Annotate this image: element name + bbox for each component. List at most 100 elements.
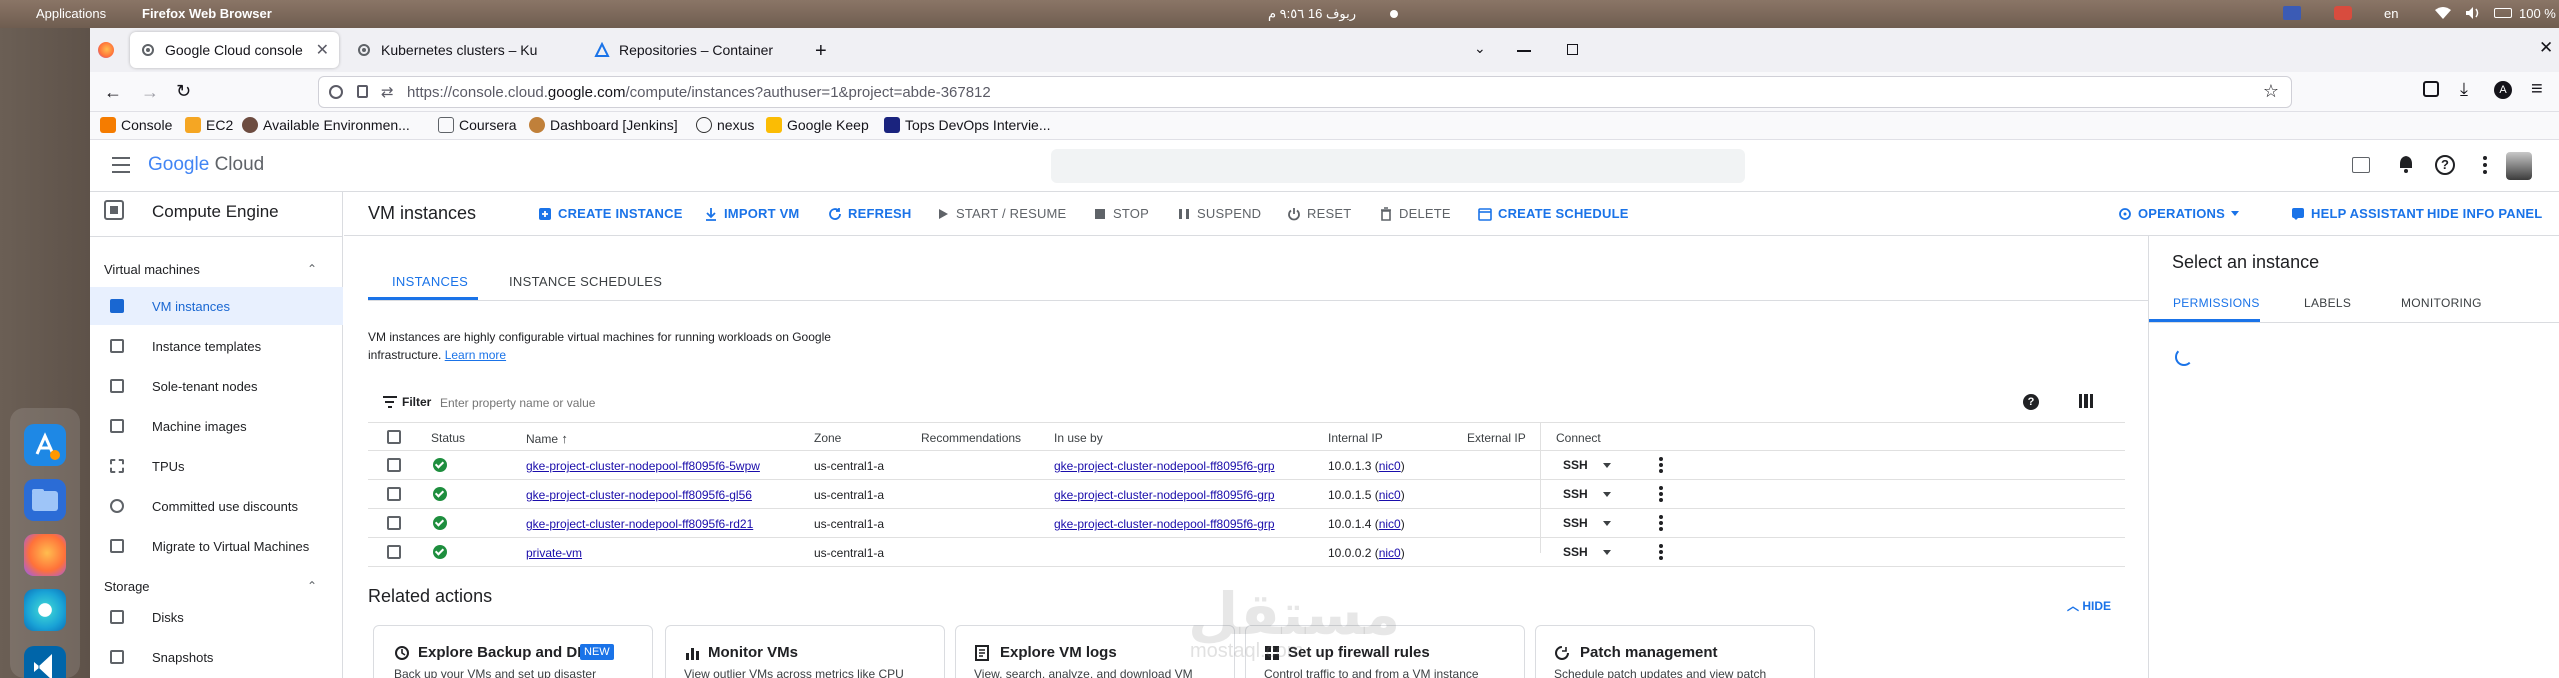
column-header-zone[interactable]: Zone [814, 431, 841, 445]
permissions-icon[interactable]: ⇄ [381, 83, 394, 101]
recording-icon[interactable] [2334, 6, 2352, 20]
in-use-by-link[interactable]: gke-project-cluster-nodepool-ff8095f6-gr… [1054, 517, 1275, 531]
lock-icon[interactable] [357, 85, 368, 98]
cloud-shell-icon[interactable] [2352, 157, 2370, 173]
firefox-view-icon[interactable] [98, 42, 114, 58]
column-display-icon[interactable] [2079, 394, 2093, 408]
import-vm-button[interactable]: IMPORT VM [704, 206, 799, 221]
bookmark-ec2[interactable]: EC2 [185, 117, 233, 133]
instance-name-link[interactable]: gke-project-cluster-nodepool-ff8095f6-rd… [526, 517, 753, 531]
column-header-recommendations[interactable]: Recommendations [921, 431, 1021, 445]
wifi-icon[interactable] [2434, 6, 2452, 20]
column-header-internal-ip[interactable]: Internal IP [1328, 431, 1383, 445]
stop-button[interactable]: STOP [1093, 206, 1149, 221]
avatar[interactable] [2506, 152, 2532, 180]
sidebar-item-instance-templates[interactable]: Instance templates [90, 327, 343, 365]
sidebar-item-vm-instances[interactable]: VM instances [90, 287, 343, 325]
bookmark-devops-interview[interactable]: Tops DevOps Intervie... [884, 117, 1051, 133]
suspend-button[interactable]: SUSPEND [1177, 206, 1261, 221]
list-tabs-chevron-icon[interactable]: ⌄ [1474, 40, 1486, 57]
language-indicator[interactable]: en [2384, 6, 2398, 21]
menu-hamburger-icon[interactable]: ≡ [2531, 78, 2543, 101]
reload-icon[interactable]: ↻ [176, 81, 191, 102]
nic-link[interactable]: nic0 [1379, 488, 1401, 502]
help-icon[interactable]: ? [2435, 155, 2455, 175]
help-assistant-button[interactable]: HELP ASSISTANT [2291, 206, 2424, 221]
column-header-external-ip[interactable]: External IP [1467, 431, 1526, 445]
hide-info-panel-button[interactable]: HIDE INFO PANEL [2427, 206, 2542, 221]
sidebar-item-sole-tenant-nodes[interactable]: Sole-tenant nodes [90, 367, 343, 405]
ssh-dropdown-caret-icon[interactable] [1603, 463, 1611, 468]
ssh-button[interactable]: SSH [1563, 487, 1588, 501]
column-header-in-use-by[interactable]: In use by [1054, 431, 1103, 445]
bookmark-coursera[interactable]: Coursera [438, 117, 517, 133]
row-more-vert-icon[interactable] [1659, 544, 1663, 560]
bookmark-star-icon[interactable]: ☆ [2263, 81, 2279, 102]
account-icon[interactable]: A [2494, 81, 2512, 99]
ssh-dropdown-caret-icon[interactable] [1603, 521, 1611, 526]
column-header-status[interactable]: Status [431, 431, 465, 445]
start-resume-button[interactable]: START / RESUME [936, 206, 1066, 221]
hide-related-button[interactable]: ︿ HIDE [2067, 597, 2111, 614]
vscode-icon[interactable] [24, 646, 66, 678]
row-more-vert-icon[interactable] [1659, 486, 1663, 502]
delete-button[interactable]: DELETE [1379, 206, 1451, 221]
sidebar-item-disks[interactable]: Disks [90, 598, 343, 636]
ssh-dropdown-caret-icon[interactable] [1603, 550, 1611, 555]
download-icon[interactable]: ⤓ [2460, 79, 2468, 100]
row-checkbox[interactable] [387, 487, 401, 501]
back-arrow-icon[interactable]: ← [104, 82, 122, 103]
keyboard-icon[interactable] [2283, 6, 2301, 20]
nav-menu-icon[interactable] [112, 157, 130, 173]
clock[interactable]: ربوف 16 ٩:٥٦ م [1268, 6, 1356, 22]
notifications-bell-icon[interactable] [2397, 154, 2415, 174]
volume-icon[interactable] [2465, 6, 2481, 20]
instance-name-link[interactable]: gke-project-cluster-nodepool-ff8095f6-5w… [526, 459, 760, 473]
refresh-button[interactable]: REFRESH [828, 206, 912, 221]
pocket-icon[interactable] [2423, 81, 2439, 97]
help-circle-icon[interactable]: ? [2023, 394, 2039, 410]
row-checkbox[interactable] [387, 458, 401, 472]
collapse-chevron-up-icon[interactable]: ⌃ [307, 579, 317, 593]
nic-link[interactable]: nic0 [1379, 517, 1401, 531]
files-icon[interactable] [24, 479, 66, 521]
battery-icon[interactable] [2494, 8, 2512, 18]
operations-button[interactable]: OPERATIONS [2118, 206, 2239, 221]
new-tab-plus-icon[interactable]: + [815, 40, 827, 63]
tab-repositories[interactable]: Repositories – Container [584, 32, 814, 68]
tab-google-cloud-console[interactable]: Google Cloud console ✕ [130, 32, 339, 68]
bookmark-console[interactable]: Console [100, 117, 172, 133]
card-backup-dr[interactable]: Explore Backup and DR NEW Back up your V… [373, 625, 653, 678]
reset-button[interactable]: RESET [1287, 206, 1351, 221]
tab-permissions[interactable]: PERMISSIONS [2173, 296, 2260, 310]
forward-arrow-icon[interactable]: → [141, 82, 159, 103]
bookmark-google-keep[interactable]: Google Keep [766, 117, 869, 133]
sidebar-item-migrate-to-vms[interactable]: Migrate to Virtual Machines [90, 527, 343, 565]
firefox-icon[interactable] [24, 534, 66, 576]
sidebar-item-committed-use-discounts[interactable]: Committed use discounts [90, 487, 343, 525]
applications-menu[interactable]: Applications [36, 6, 106, 21]
learn-more-link[interactable]: Learn more [445, 348, 506, 362]
card-patch-management[interactable]: Patch management Schedule patch updates … [1535, 625, 1815, 678]
in-use-by-link[interactable]: gke-project-cluster-nodepool-ff8095f6-gr… [1054, 488, 1275, 502]
select-all-checkbox[interactable] [387, 430, 401, 444]
sidebar-item-machine-images[interactable]: Machine images [90, 407, 343, 445]
ssh-button[interactable]: SSH [1563, 516, 1588, 530]
nic-link[interactable]: nic0 [1379, 459, 1401, 473]
edge-icon[interactable] [24, 589, 66, 631]
bookmark-jenkins[interactable]: Dashboard [Jenkins] [529, 117, 678, 133]
google-cloud-logo[interactable]: Google Cloud [148, 154, 264, 176]
row-checkbox[interactable] [387, 516, 401, 530]
sidebar-item-tpus[interactable]: TPUs [90, 447, 343, 485]
nic-link[interactable]: nic0 [1379, 546, 1401, 560]
ssh-button[interactable]: SSH [1563, 458, 1588, 472]
tab-kubernetes-clusters[interactable]: Kubernetes clusters – Ku [346, 32, 546, 68]
ssh-dropdown-caret-icon[interactable] [1603, 492, 1611, 497]
section-storage[interactable]: Storage [104, 579, 150, 594]
filter-input[interactable] [440, 390, 1040, 416]
close-window-icon[interactable]: ✕ [2539, 38, 2553, 58]
create-schedule-button[interactable]: CREATE SCHEDULE [1478, 206, 1629, 221]
minimize-icon[interactable] [1517, 50, 1531, 52]
bookmark-nexus[interactable]: nexus [696, 117, 754, 133]
close-tab-icon[interactable]: ✕ [316, 40, 329, 60]
